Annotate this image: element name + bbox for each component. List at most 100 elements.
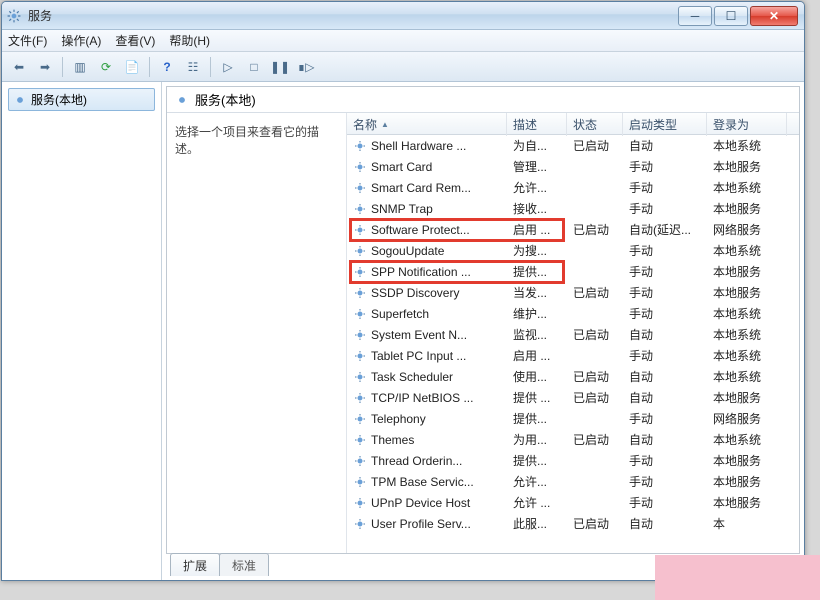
service-row[interactable]: Task Scheduler使用...已启动自动本地系统 [347,366,799,387]
service-row[interactable]: Software Protect...启用 ...已启动自动(延迟...网络服务 [347,219,799,240]
service-logon: 本地服务 [707,263,787,280]
service-logon: 本地系统 [707,179,787,196]
pause-service-button[interactable]: ❚❚ [269,56,291,78]
service-row[interactable]: Telephony提供...手动网络服务 [347,408,799,429]
pause-icon: ❚❚ [270,60,290,74]
service-startup: 手动 [623,263,707,280]
service-status: 已启动 [567,137,623,154]
service-name: Superfetch [371,307,429,321]
close-button[interactable]: ✕ [750,6,798,26]
service-icon [353,223,367,237]
service-name: TPM Base Servic... [371,475,474,489]
service-icon [353,391,367,405]
refresh-button[interactable]: ⟳ [95,56,117,78]
service-row[interactable]: System Event N...监视...已启动自动本地系统 [347,324,799,345]
service-row[interactable]: User Profile Serv...此服...已启动自动本 [347,513,799,534]
service-row[interactable]: TPM Base Servic...允许...手动本地服务 [347,471,799,492]
maximize-button[interactable]: ☐ [714,6,748,26]
tab-standard[interactable]: 标准 [219,553,269,576]
service-row[interactable]: TCP/IP NetBIOS ...提供 ...已启动自动本地服务 [347,387,799,408]
sort-asc-icon: ▲ [381,120,389,129]
service-icon [353,349,367,363]
service-row[interactable]: Smart Card Rem...允许...手动本地系统 [347,177,799,198]
service-row[interactable]: Tablet PC Input ...启用 ...手动本地系统 [347,345,799,366]
description-pane: 选择一个项目来查看它的描述。 [167,113,347,553]
service-icon [353,160,367,174]
service-name: Smart Card [371,160,432,174]
service-icon [353,454,367,468]
service-status: 已启动 [567,368,623,385]
back-button[interactable]: ⬅ [8,56,30,78]
menu-view[interactable]: 查看(V) [115,32,155,49]
arrow-right-icon: ➡ [40,60,50,74]
tab-extended[interactable]: 扩展 [170,553,220,576]
service-startup: 手动 [623,305,707,322]
col-desc[interactable]: 描述 [507,113,567,136]
tree-root-services[interactable]: 服务(本地) [8,88,155,111]
service-logon: 本地系统 [707,431,787,448]
service-logon: 本地系统 [707,368,787,385]
service-desc: 启用 ... [507,347,567,364]
service-row[interactable]: UPnP Device Host允许 ...手动本地服务 [347,492,799,513]
service-startup: 自动 [623,368,707,385]
service-row[interactable]: SPP Notification ...提供...手动本地服务 [347,261,799,282]
services-window: 服务 ─ ☐ ✕ 文件(F) 操作(A) 查看(V) 帮助(H) ⬅ ➡ ▥ ⟳… [1,1,805,581]
service-name: TCP/IP NetBIOS ... [371,391,473,405]
service-row[interactable]: Shell Hardware ...为自...已启动自动本地系统 [347,135,799,156]
col-logon[interactable]: 登录为 [707,113,787,136]
app-icon [6,8,22,24]
toolbar: ⬅ ➡ ▥ ⟳ 📄 ? ☷ ▷ □ ❚❚ ∎▷ [2,52,804,82]
show-hide-tree-button[interactable]: ▥ [69,56,91,78]
service-desc: 提供... [507,263,567,280]
service-icon [353,517,367,531]
service-status: 已启动 [567,515,623,532]
stop-service-button[interactable]: □ [243,56,265,78]
col-startup[interactable]: 启动类型 [623,113,707,136]
panel-icon: ▥ [74,60,85,74]
service-icon [353,307,367,321]
service-row[interactable]: Smart Card管理...手动本地服务 [347,156,799,177]
start-service-button[interactable]: ▷ [217,56,239,78]
details-pane: 服务(本地) 选择一个项目来查看它的描述。 名称▲ 描述 状态 启动类型 登录为 [162,82,804,580]
properties-button[interactable]: ☷ [182,56,204,78]
service-logon: 网络服务 [707,221,787,238]
service-logon: 本地系统 [707,326,787,343]
col-name[interactable]: 名称▲ [347,113,507,136]
menu-action[interactable]: 操作(A) [61,32,101,49]
play-icon: ▷ [223,60,232,74]
service-startup: 手动 [623,473,707,490]
restart-icon: ∎▷ [298,60,315,74]
col-status[interactable]: 状态 [567,113,623,136]
minimize-button[interactable]: ─ [678,6,712,26]
service-startup: 自动 [623,137,707,154]
panel-heading: 服务(本地) [195,90,256,109]
service-name: SSDP Discovery [371,286,459,300]
services-list[interactable]: 名称▲ 描述 状态 启动类型 登录为 Shell Hardware ...为自.… [347,113,799,553]
service-row[interactable]: Themes为用...已启动自动本地系统 [347,429,799,450]
service-desc: 接收... [507,200,567,217]
service-name: SNMP Trap [371,202,433,216]
service-startup: 手动 [623,284,707,301]
service-row[interactable]: SNMP Trap接收...手动本地服务 [347,198,799,219]
titlebar[interactable]: 服务 ─ ☐ ✕ [2,2,804,30]
service-startup: 自动 [623,389,707,406]
export-button[interactable]: 📄 [121,56,143,78]
service-startup: 手动 [623,410,707,427]
forward-button[interactable]: ➡ [34,56,56,78]
service-row[interactable]: Thread Orderin...提供...手动本地服务 [347,450,799,471]
menu-help[interactable]: 帮助(H) [169,32,210,49]
service-desc: 此服... [507,515,567,532]
service-icon [353,475,367,489]
service-desc: 提供 ... [507,389,567,406]
service-row[interactable]: SSDP Discovery当发...已启动手动本地服务 [347,282,799,303]
service-icon [353,265,367,279]
service-row[interactable]: SogouUpdate为搜...手动本地系统 [347,240,799,261]
menu-file[interactable]: 文件(F) [8,32,47,49]
service-row[interactable]: Superfetch维护...手动本地系统 [347,303,799,324]
restart-service-button[interactable]: ∎▷ [295,56,317,78]
service-desc: 提供... [507,410,567,427]
service-desc: 管理... [507,158,567,175]
service-name: Smart Card Rem... [371,181,471,195]
service-desc: 维护... [507,305,567,322]
help-button[interactable]: ? [156,56,178,78]
